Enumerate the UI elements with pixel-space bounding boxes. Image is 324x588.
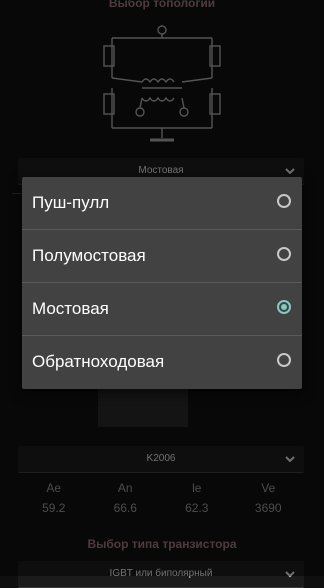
- option-label: Полумостовая: [32, 246, 146, 265]
- radio-button[interactable]: [277, 353, 291, 367]
- radio-button[interactable]: [277, 194, 291, 208]
- option-push-pull[interactable]: Пуш-пулл: [22, 177, 302, 230]
- option-flyback[interactable]: Обратноходовая: [22, 336, 302, 389]
- option-full-bridge[interactable]: Мостовая: [22, 283, 302, 336]
- option-label: Обратноходовая: [32, 352, 165, 371]
- option-half-bridge[interactable]: Полумостовая: [22, 230, 302, 283]
- topology-dialog: Пуш-пулл Полумостовая Мостовая Обратнохо…: [22, 177, 302, 389]
- radio-button[interactable]: [277, 247, 291, 261]
- option-label: Пуш-пулл: [32, 193, 110, 212]
- radio-button-selected[interactable]: [277, 300, 291, 314]
- option-label: Мостовая: [32, 299, 109, 318]
